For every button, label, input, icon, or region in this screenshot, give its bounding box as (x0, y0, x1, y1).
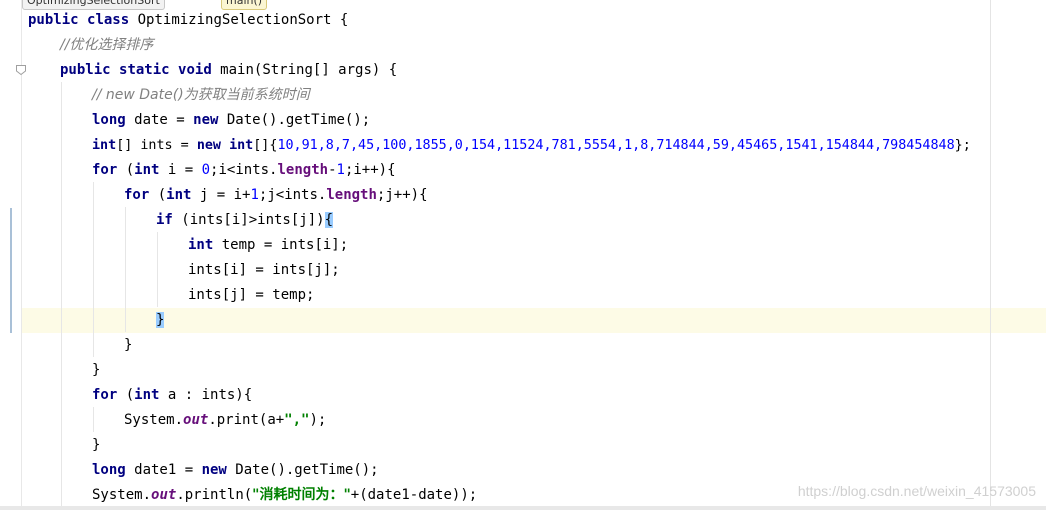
field-reference: length (326, 187, 377, 203)
method-signature: main(String[] args) { (211, 62, 398, 78)
code-text: } (124, 337, 133, 353)
code-text: } (92, 437, 101, 453)
number-literal: 1 (336, 162, 345, 178)
keyword: public (28, 12, 79, 28)
breadcrumb-method[interactable]: main() (221, 0, 268, 10)
code-line-6[interactable]: int[] ints = new int[]{10,91,8,7,45,100,… (92, 133, 971, 158)
code-text: temp = ints[i]; (213, 237, 349, 253)
keyword: for (92, 387, 118, 403)
indent-guide (125, 207, 126, 332)
code-text: - (328, 162, 337, 178)
matched-brace: { (324, 212, 334, 228)
breadcrumb: OptimizingSelectionSort main() (0, 0, 1046, 11)
static-field: out (151, 487, 177, 503)
number-literal: 1 (250, 187, 259, 203)
code-text: } (92, 362, 101, 378)
code-text: [] ints = (116, 138, 197, 153)
keyword: long (92, 462, 126, 478)
keyword: long (92, 112, 126, 128)
code-text: ); (309, 412, 327, 428)
code-line-13[interactable]: } (156, 308, 165, 333)
gutter-divider (21, 0, 22, 510)
keyword: int (134, 162, 160, 178)
field-reference: length (277, 162, 329, 178)
right-margin-guide (990, 0, 991, 510)
code-text: ints[i] = ints[j]; (188, 262, 340, 278)
keyword: new (193, 112, 219, 128)
code-text: ;i++){ (344, 162, 396, 178)
line-comment: //优化选择排序 (60, 37, 154, 53)
static-field: out (183, 412, 209, 428)
code-line-9[interactable]: if (ints[i]>ints[j]){ (156, 208, 334, 233)
code-line-8[interactable]: for (int j = i+1;j<ints.length;j++){ (124, 183, 428, 208)
current-line-highlight (22, 308, 1046, 333)
watermark: https://blog.csdn.net/weixin_41573005 (797, 483, 1036, 499)
code-line-3[interactable]: public static void main(String[] args) { (60, 58, 397, 83)
code-text: .print(a+ (208, 412, 285, 428)
keyword: int (166, 187, 192, 203)
code-line-19[interactable]: long date1 = new Date().getTime(); (92, 458, 379, 483)
indent-guide (93, 407, 94, 432)
keyword: new (196, 138, 221, 153)
code-text: System. (124, 412, 184, 428)
code-text: ints[j] = temp; (188, 287, 315, 303)
indent-guide (61, 82, 62, 510)
string-literal: "消耗时间为：" (252, 487, 351, 503)
code-line-12[interactable]: ints[j] = temp; (188, 283, 314, 308)
breadcrumb-class[interactable]: OptimizingSelectionSort (22, 0, 165, 10)
code-text: []{ (253, 138, 278, 153)
code-line-17[interactable]: System.out.print(a+","); (124, 408, 326, 433)
code-line-16[interactable]: for (int a : ints){ (92, 383, 252, 408)
class-declaration: OptimizingSelectionSort { (129, 12, 349, 28)
code-text: +(date1-date)); (350, 487, 478, 503)
keyword: public (60, 62, 111, 78)
code-text: ;j++){ (376, 187, 428, 203)
code-text: ;j<ints. (258, 187, 327, 203)
code-line-7[interactable]: for (int i = 0;i<ints.length-1;i++){ (92, 158, 396, 183)
code-text: j = i+ (191, 187, 251, 203)
line-comment: // new Date()为获取当前系统时间 (92, 87, 310, 103)
keyword: int (229, 138, 254, 153)
keyword: if (156, 212, 173, 228)
code-line-14[interactable]: } (124, 333, 132, 358)
keyword: for (124, 187, 150, 203)
vcs-change-marker[interactable] (10, 208, 12, 333)
code-text: date1 = (125, 462, 202, 478)
code-text: .println( (176, 487, 253, 503)
keyword: int (92, 138, 117, 153)
code-text: }; (954, 138, 971, 153)
fold-icon[interactable] (15, 64, 27, 76)
indent-guide (157, 232, 158, 307)
code-line-20[interactable]: System.out.println("消耗时间为："+(date1-date)… (92, 483, 477, 508)
code-text: date = (125, 112, 194, 128)
code-line-2[interactable]: //优化选择排序 (60, 33, 153, 58)
keyword: int (188, 237, 214, 253)
number-literal: 0 (201, 162, 211, 178)
code-line-5[interactable]: long date = new Date().getTime(); (92, 108, 370, 133)
horizontal-scrollbar[interactable] (0, 506, 1046, 510)
code-text: a : ints){ (159, 387, 253, 403)
code-line-15[interactable]: } (92, 358, 100, 383)
array-literal: 10,91,8,7,45,100,1855,0,154,11524,781,55… (277, 138, 955, 153)
keyword: void (178, 62, 212, 78)
code-text: Date().getTime(); (218, 112, 371, 128)
code-line-11[interactable]: ints[i] = ints[j]; (188, 258, 340, 283)
keyword: static (119, 62, 170, 78)
code-line-18[interactable]: } (92, 433, 100, 458)
code-text: ;i<ints. (210, 162, 278, 178)
keyword: new (201, 462, 227, 478)
string-literal: "," (284, 412, 310, 428)
code-text: System. (92, 487, 152, 503)
code-line-4[interactable]: // new Date()为获取当前系统时间 (92, 83, 310, 108)
keyword: for (92, 162, 118, 178)
code-text: Date().getTime(); (226, 462, 379, 478)
matched-brace: } (156, 312, 165, 328)
indent-guide (93, 182, 94, 357)
keyword: class (87, 12, 130, 28)
code-text: (ints[i]>ints[j]) (172, 212, 325, 228)
code-line-1[interactable]: public class OptimizingSelectionSort { (28, 8, 348, 33)
code-text: i = (159, 162, 202, 178)
code-line-10[interactable]: int temp = ints[i]; (188, 233, 348, 258)
keyword: int (134, 387, 160, 403)
